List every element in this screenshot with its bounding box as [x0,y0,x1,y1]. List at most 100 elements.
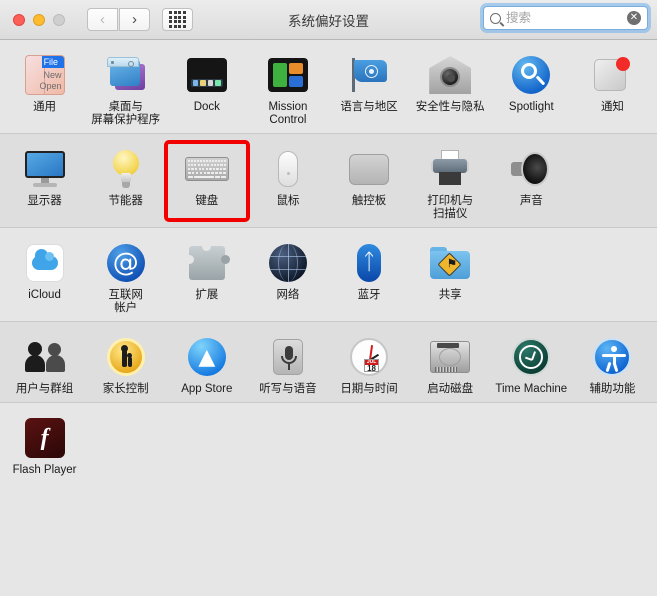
pref-item-label: 启动磁盘 [427,383,474,395]
pref-item-desktop-screensaver[interactable]: 桌面与 屏幕保护程序 [85,49,166,127]
pref-item-empty [491,237,572,315]
search-input[interactable] [506,11,627,25]
spotlight-icon [509,53,553,97]
pref-item-label: iCloud [28,289,61,301]
pref-item-label: App Store [181,383,233,395]
microphone-icon [266,335,310,379]
traffic-light-group [13,13,65,26]
search-field[interactable]: ✕ [483,6,648,30]
sharing-folder-icon [428,241,472,285]
printer-icon [428,147,472,191]
app-store-icon: ▲ [185,335,229,379]
general-icon-line2: Open [39,81,62,91]
pref-item-spotlight[interactable]: Spotlight [491,49,572,127]
pref-item-empty [410,412,491,477]
notification-badge [616,57,631,71]
energy-saver-icon [104,147,148,191]
close-button[interactable] [13,13,25,26]
accessibility-icon [590,335,634,379]
pref-item-parental-controls[interactable]: 家长控制 [85,331,166,396]
pref-item-date-time[interactable]: JUL 18 日期与时间 [329,331,410,396]
pref-item-mouse[interactable]: 鼠标 [247,143,328,221]
speaker-icon [509,147,553,191]
pref-item-label: 语言与地区 [340,101,398,113]
preferences-grid: File New Open 通用 桌面与 屏幕保护程序 Dock Mission… [0,40,657,596]
chevron-right-icon: › [132,11,137,28]
pref-item-security-privacy[interactable]: 安全性与隐私 [410,49,491,127]
pref-item-notifications[interactable]: 通知 [572,49,653,127]
pref-item-label: 键盘 [195,195,219,207]
pref-item-sharing[interactable]: 共享 [410,237,491,315]
pref-item-empty [572,237,653,315]
bluetooth-icon: ᛏ [347,241,391,285]
pref-item-bluetooth[interactable]: ᛏ 蓝牙 [329,237,410,315]
clock-icon: JUL 18 [347,335,391,379]
pref-item-internet-accounts[interactable]: @ 互联网 帐户 [85,237,166,315]
back-button[interactable]: ‹ [87,8,118,31]
pref-item-label: 听写与语音 [259,383,317,395]
pref-item-label: Mission Control [268,101,308,126]
pref-item-language-region[interactable]: 语言与地区 [329,49,410,127]
pref-row-personal: File New Open 通用 桌面与 屏幕保护程序 Dock Mission… [0,40,657,134]
pref-item-label: 桌面与 屏幕保护程序 [91,101,161,126]
chevron-left-icon: ‹ [100,11,105,28]
pref-item-label: Time Machine [495,383,568,395]
clear-search-icon[interactable]: ✕ [627,11,641,25]
pref-item-flash-player[interactable]: f Flash Player [4,412,85,477]
pref-item-label: 日期与时间 [340,383,398,395]
pref-item-label: 家长控制 [102,383,149,395]
pref-item-empty [166,412,247,477]
pref-item-label: 扩展 [195,289,219,301]
pref-item-label: Spotlight [508,101,554,113]
forward-button[interactable]: › [119,8,150,31]
pref-item-time-machine[interactable]: Time Machine [491,331,572,396]
pref-item-label: Flash Player [12,464,77,476]
pref-item-network[interactable]: 网络 [247,237,328,315]
pref-item-sound[interactable]: 声音 [491,143,572,221]
security-privacy-icon [428,53,472,97]
system-preferences-window: ‹ › 系统偏好设置 ✕ [0,0,657,596]
pref-item-icloud[interactable]: iCloud [4,237,85,315]
pref-item-startup-disk[interactable]: 启动磁盘 [410,331,491,396]
icloud-icon [23,241,67,285]
minimize-button[interactable] [33,13,45,26]
pref-item-accessibility[interactable]: 辅助功能 [572,331,653,396]
pref-item-label: 节能器 [108,195,143,207]
pref-item-users-groups[interactable]: 用户与群组 [4,331,85,396]
pref-item-dictation-speech[interactable]: 听写与语音 [247,331,328,396]
pref-item-trackpad[interactable]: 触控板 [329,143,410,221]
zoom-button[interactable] [53,13,65,26]
pref-item-energy-saver[interactable]: 节能器 [85,143,166,221]
pref-item-empty [247,412,328,477]
pref-item-label: Dock [193,101,220,113]
pref-item-label: 声音 [519,195,543,207]
general-icon-line1: New [43,70,62,80]
pref-item-label: 鼠标 [276,195,300,207]
puzzle-piece-icon [184,241,230,285]
pref-item-printers-scanners[interactable]: 打印机与 扫描仪 [410,143,491,221]
pref-item-label: 通用 [33,101,57,113]
pref-item-empty [491,412,572,477]
pref-item-displays[interactable]: 显示器 [4,143,85,221]
grid-dots-icon [169,11,186,28]
globe-icon [266,241,310,285]
pref-item-extensions[interactable]: 扩展 [166,237,247,315]
pref-item-label: 网络 [276,289,300,301]
at-sign-icon: @ [104,241,148,285]
show-all-button[interactable] [162,8,193,31]
pref-item-mission-control[interactable]: Mission Control [247,49,328,127]
pref-item-keyboard[interactable]: 键盘 [166,143,247,221]
pref-item-label: 蓝牙 [357,289,381,301]
mission-control-icon [266,53,310,97]
pref-item-dock[interactable]: Dock [166,49,247,127]
pref-item-app-store[interactable]: ▲ App Store [166,331,247,396]
pref-item-label: 打印机与 扫描仪 [427,195,474,220]
dock-icon [185,53,229,97]
pref-item-general[interactable]: File New Open 通用 [4,49,85,127]
pref-item-empty [85,412,166,477]
pref-item-label: 互联网 帐户 [108,289,143,314]
pref-item-label: 共享 [438,289,462,301]
pref-row-internet: iCloud @ 互联网 帐户 扩展 网络 ᛏ 蓝牙 ⚑ 共享 [0,228,657,322]
flash-player-icon: f [23,416,67,460]
mouse-icon [266,147,310,191]
